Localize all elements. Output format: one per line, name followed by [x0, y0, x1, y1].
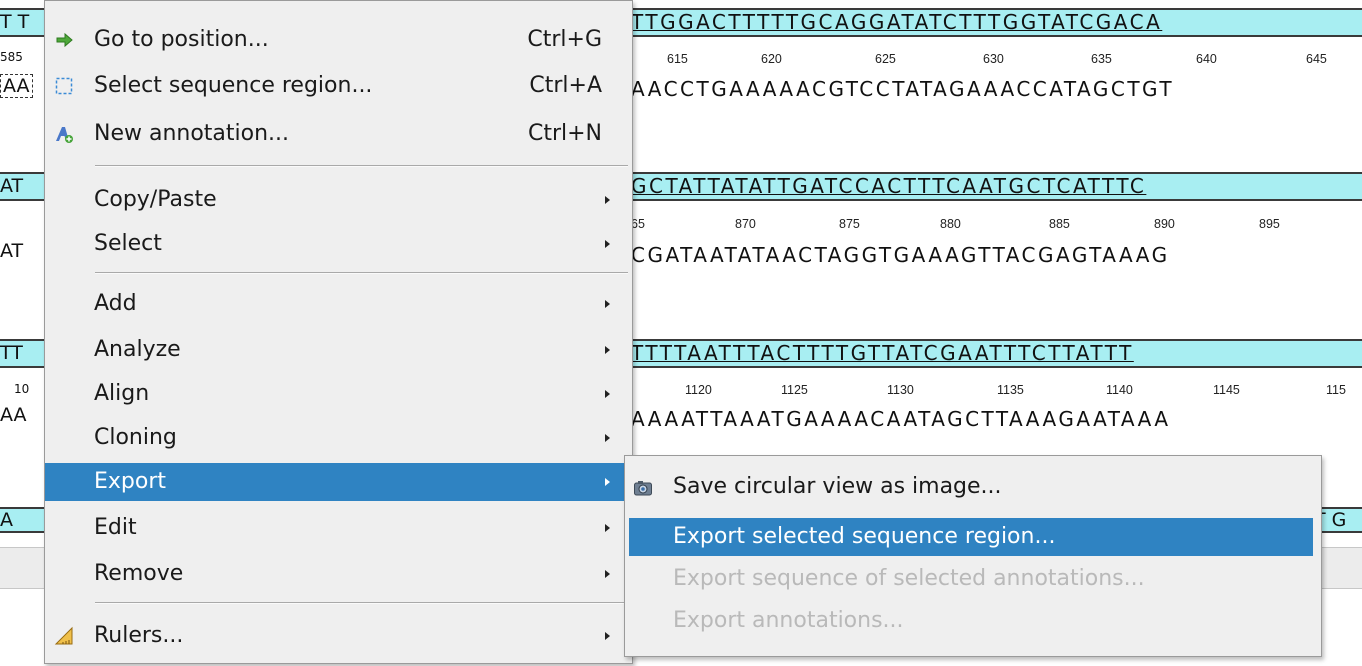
menu-item-label: Save circular view as image...	[673, 474, 1002, 499]
menu-item-label: Align	[94, 381, 150, 406]
menu-item-label: Export sequence of selected annotations.…	[673, 566, 1145, 591]
sequence-ruler: 1120 1125 1130 1135 1140 1145 115	[631, 383, 1362, 401]
submenu-arrow-icon	[605, 632, 610, 640]
go-to-arrow-icon	[56, 32, 73, 48]
menu-item-export-annotation-sequences[interactable]: Export sequence of selected annotations.…	[625, 560, 1321, 598]
export-submenu: Save circular view as image... Export se…	[624, 455, 1322, 657]
ruler-tick-label: 1145	[1213, 383, 1240, 397]
menu-item-label: Analyze	[94, 337, 181, 362]
menu-item-edit[interactable]: Edit	[45, 509, 632, 547]
ruler-tick-label: 115	[1326, 383, 1346, 397]
camera-icon	[634, 481, 652, 496]
sequence-left-fragment: A	[0, 507, 44, 533]
sequence-left-fragment: TT	[0, 339, 44, 368]
menu-item-label: Add	[94, 291, 137, 316]
sequence-left-ruler: 10	[14, 382, 30, 396]
sequence-top-strand[interactable]: GCTATTATATTGATCCACTTTCAATGCTCATTTC	[631, 172, 1362, 201]
sequence-top-strand[interactable]: TTGGACTTTTTGCAGGATATCTTTGGTATCGACA	[631, 8, 1362, 37]
sequence-bottom-strand[interactable]: AACCTGAAAAACGTCCTATAGAAACCATAGCTGT	[631, 74, 1362, 104]
ruler-tick-label: 65	[631, 217, 645, 231]
sequence-bottom-strand[interactable]: CGATAATATAACTAGGTGAAAGTTACGAGTAAAG	[631, 240, 1362, 270]
ruler-tick-label: 895	[1259, 217, 1280, 231]
menu-item-analyze[interactable]: Analyze	[45, 331, 632, 369]
menu-item-remove[interactable]: Remove	[45, 555, 632, 593]
sequence-bottom-strand[interactable]: AAAATTAAATGAAAACAATAGCTTAAAGAATAAA	[631, 404, 1362, 434]
ruler-tick-label: 1130	[887, 383, 914, 397]
ruler-tick-label: 875	[839, 217, 860, 231]
ruler-tick-label: 870	[735, 217, 756, 231]
menu-item-label: Select	[94, 231, 162, 256]
menu-item-select-sequence-region[interactable]: Select sequence region... Ctrl+A	[45, 67, 632, 105]
ruler-tick-label: 635	[1091, 52, 1112, 66]
sequence-left-ruler: 585	[0, 50, 23, 64]
menu-item-label: Edit	[94, 515, 137, 540]
menu-item-shortcut: Ctrl+A	[529, 73, 602, 98]
submenu-arrow-icon	[605, 300, 610, 308]
menu-item-shortcut: Ctrl+G	[527, 27, 602, 52]
submenu-arrow-icon	[605, 478, 610, 486]
menu-item-save-circular-view[interactable]: Save circular view as image...	[625, 468, 1321, 506]
menu-item-label: Export selected sequence region...	[673, 524, 1056, 549]
ruler-tick-label: 620	[761, 52, 782, 66]
menu-item-label: Export	[94, 469, 167, 494]
submenu-arrow-icon	[605, 570, 610, 578]
ruler-icon	[54, 626, 73, 645]
menu-item-export-annotations[interactable]: Export annotations...	[625, 602, 1321, 640]
submenu-arrow-icon	[605, 434, 610, 442]
menu-item-export[interactable]: Export	[45, 463, 632, 501]
sequence-left-fragment: AA	[0, 404, 27, 426]
context-menu: Go to position... Ctrl+G Select sequence…	[44, 0, 633, 664]
menu-item-label: Go to position...	[94, 27, 269, 52]
menu-separator	[95, 272, 628, 274]
menu-item-label: Select sequence region...	[94, 73, 373, 98]
ruler-tick-label: 640	[1196, 52, 1217, 66]
ruler-tick-label: 615	[667, 52, 688, 66]
ruler-tick-label: 645	[1306, 52, 1327, 66]
ruler-tick-label: 890	[1154, 217, 1175, 231]
ruler-tick-label: 1140	[1106, 383, 1133, 397]
sequence-top-strand[interactable]: TTTTAATTTACTTTTGTTATCGAATTTCTTATTT	[631, 339, 1362, 368]
select-region-icon	[55, 77, 73, 95]
ruler-tick-label: 625	[875, 52, 896, 66]
menu-item-go-to-position[interactable]: Go to position... Ctrl+G	[45, 21, 632, 59]
menu-item-export-selected-region[interactable]: Export selected sequence region...	[629, 518, 1313, 556]
menu-separator	[95, 602, 628, 604]
menu-separator	[95, 165, 628, 167]
menu-item-label: Copy/Paste	[94, 187, 217, 212]
sequence-ruler: 65 870 875 880 885 890 895	[631, 217, 1362, 235]
menu-item-label: New annotation...	[94, 121, 290, 146]
ruler-tick-label: 1125	[781, 383, 808, 397]
submenu-arrow-icon	[605, 240, 610, 248]
submenu-arrow-icon	[605, 196, 610, 204]
ruler-tick-label: 885	[1049, 217, 1070, 231]
submenu-arrow-icon	[605, 390, 610, 398]
menu-item-align[interactable]: Align	[45, 375, 632, 413]
sequence-left-fragment: AT	[0, 240, 24, 262]
sequence-left-fragment: AT	[0, 172, 44, 201]
menu-item-label: Export annotations...	[673, 608, 904, 633]
menu-item-label: Rulers...	[94, 623, 184, 648]
menu-item-add[interactable]: Add	[45, 285, 632, 323]
menu-item-rulers[interactable]: Rulers...	[45, 617, 632, 655]
submenu-arrow-icon	[605, 346, 610, 354]
submenu-arrow-icon	[605, 524, 610, 532]
menu-item-new-annotation[interactable]: New annotation... Ctrl+N	[45, 115, 632, 153]
sequence-ruler: 615 620 625 630 635 640 645	[631, 52, 1362, 70]
new-annotation-icon	[56, 127, 73, 143]
menu-item-cloning[interactable]: Cloning	[45, 419, 632, 457]
menu-item-select[interactable]: Select	[45, 225, 632, 263]
sequence-left-fragment: AA	[0, 74, 33, 98]
menu-item-label: Cloning	[94, 425, 177, 450]
sequence-left-fragment: T T	[0, 8, 44, 37]
menu-item-label: Remove	[94, 561, 184, 586]
menu-item-shortcut: Ctrl+N	[527, 121, 602, 146]
ruler-tick-label: 630	[983, 52, 1004, 66]
ruler-tick-label: 1120	[685, 383, 712, 397]
ruler-tick-label: 1135	[997, 383, 1024, 397]
menu-item-copy-paste[interactable]: Copy/Paste	[45, 181, 632, 219]
ruler-tick-label: 880	[940, 217, 961, 231]
